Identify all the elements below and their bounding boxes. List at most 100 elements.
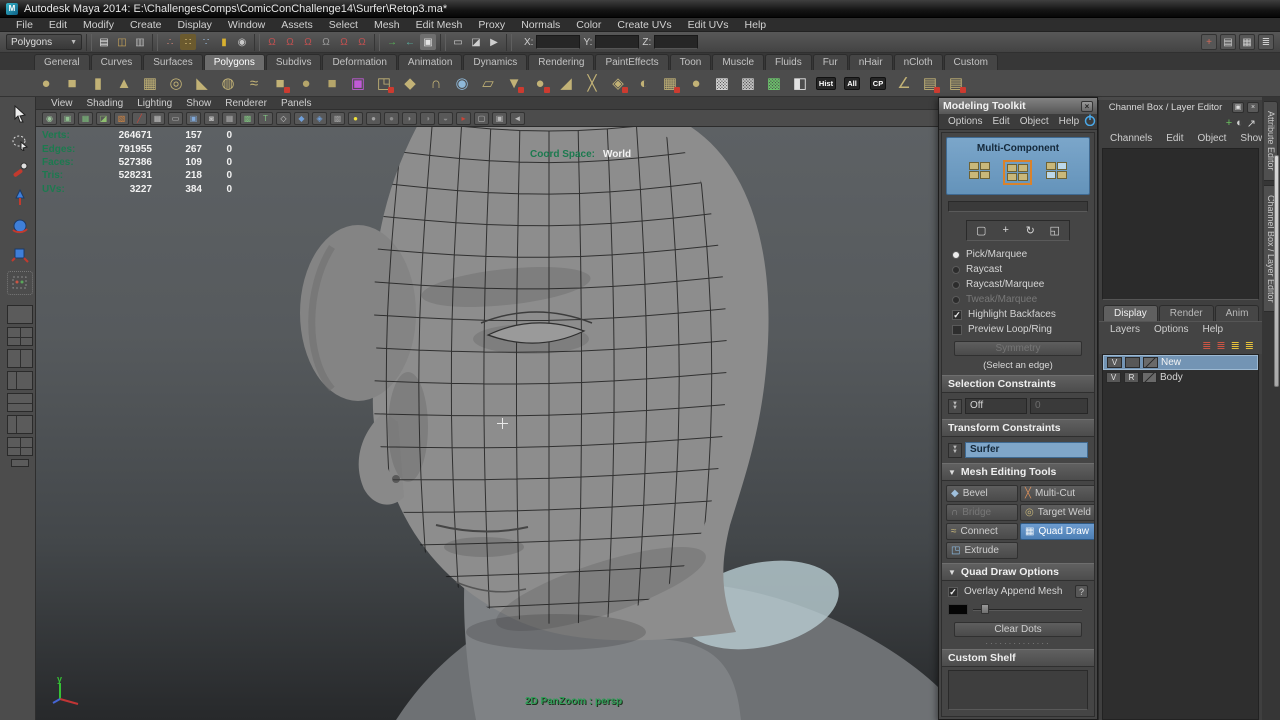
show-manipulator-icon[interactable]: +: [1201, 34, 1217, 50]
poly-cone-icon[interactable]: ▲: [112, 71, 136, 95]
checker-green-icon[interactable]: ▩: [762, 71, 786, 95]
group-separator[interactable]: [506, 34, 512, 51]
custom-shelf-area[interactable]: [948, 670, 1088, 710]
resolution-gate-icon[interactable]: ▣: [186, 112, 201, 125]
mesh-tool-button[interactable]: ╳ Multi-Cut: [1020, 485, 1095, 502]
film-gate-icon[interactable]: ▭: [168, 112, 183, 125]
select-object-icon[interactable]: ∷: [180, 34, 196, 50]
highlight-selection-icon[interactable]: ◉: [234, 34, 250, 50]
quick-render-icon[interactable]: ◪: [468, 34, 484, 50]
scrollbar[interactable]: [1274, 155, 1279, 387]
menu-item[interactable]: Edit UVs: [680, 19, 737, 31]
select-camera-icon[interactable]: ◉: [42, 112, 57, 125]
shelf-tab[interactable]: PaintEffects: [595, 54, 668, 70]
menu-item[interactable]: Proxy: [470, 19, 513, 31]
center-pivot-icon[interactable]: CP: [866, 71, 890, 95]
face-selection-icon[interactable]: [1044, 160, 1069, 185]
menu-item[interactable]: Modify: [75, 19, 122, 31]
select-hierarchy-icon[interactable]: ∴: [162, 34, 178, 50]
pick-mode-radio[interactable]: Raycast: [946, 262, 1090, 277]
toolkit-menu-item[interactable]: Object: [1015, 116, 1054, 127]
crease-icon[interactable]: ◢: [554, 71, 578, 95]
poly-cylinder-icon[interactable]: ▮: [86, 71, 110, 95]
poly-pipe-icon[interactable]: ◍: [216, 71, 240, 95]
layout-persp-graph-button[interactable]: [7, 415, 33, 434]
uv-editor-icon[interactable]: ▣: [346, 71, 370, 95]
shelf-tab[interactable]: Polygons: [204, 54, 265, 70]
lasso-select-tool-icon[interactable]: [7, 129, 33, 155]
hyperbolic-icon[interactable]: ↗: [1247, 117, 1256, 130]
smooth-icon[interactable]: ●: [528, 71, 552, 95]
channel-menu-item[interactable]: Object: [1191, 133, 1234, 144]
mesh-tool-button[interactable]: ▦ Quad Draw: [1020, 523, 1095, 540]
mesh-tool-button[interactable]: ◆ Bevel: [946, 485, 1018, 502]
menu-item[interactable]: Color: [568, 19, 609, 31]
lock-selection-icon[interactable]: ▮: [216, 34, 232, 50]
panel-menu-item[interactable]: Panels: [274, 98, 319, 109]
safe-action-icon[interactable]: ▩: [240, 112, 255, 125]
shelf-tab[interactable]: Fluids: [765, 54, 812, 70]
grease-pencil-icon[interactable]: ╱: [132, 112, 147, 125]
wireframe-icon[interactable]: ◇: [276, 112, 291, 125]
toolkit-checkbox[interactable]: Preview Loop/Ring: [946, 322, 1090, 337]
group-separator[interactable]: [440, 34, 446, 51]
output-connections-icon[interactable]: ←: [402, 34, 418, 50]
shelf-tab[interactable]: Animation: [398, 54, 462, 70]
overlay-opacity-slider[interactable]: [973, 603, 1088, 615]
shelf-tab[interactable]: nCloth: [894, 54, 943, 70]
sculpt-icon[interactable]: ●: [684, 71, 708, 95]
close-icon[interactable]: ×: [1081, 101, 1093, 112]
xray-joints-icon[interactable]: ▣: [492, 112, 507, 125]
poly-sphere-proj-icon[interactable]: ●: [294, 71, 318, 95]
wireframe-on-shaded-icon[interactable]: ◈: [312, 112, 327, 125]
select-tool-icon[interactable]: [7, 101, 33, 127]
channel-list-area[interactable]: [1102, 148, 1259, 300]
bridge-icon[interactable]: ∩: [424, 71, 448, 95]
constraint-dropdown-icon[interactable]: ▼▼: [948, 399, 962, 414]
power-toggle-icon[interactable]: [1084, 114, 1096, 129]
close-icon[interactable]: ×: [1247, 102, 1259, 113]
channel-menu-item[interactable]: Channels: [1103, 133, 1159, 144]
layer-row[interactable]: V New: [1103, 355, 1258, 370]
layer-row[interactable]: V R Body: [1103, 370, 1258, 385]
delete-all-history-icon[interactable]: All: [840, 71, 864, 95]
checker-b-icon[interactable]: ▩: [736, 71, 760, 95]
shelf-tab[interactable]: General: [34, 54, 90, 70]
layout-single-pane-button[interactable]: [7, 305, 33, 324]
overlay-append-checkbox[interactable]: ✓: [948, 587, 958, 597]
merge-verts-icon[interactable]: ◈: [606, 71, 630, 95]
help-button[interactable]: ?: [1075, 585, 1088, 598]
input-connections-icon[interactable]: →: [384, 34, 400, 50]
toolkit-checkbox[interactable]: ✓Highlight Backfaces: [946, 307, 1090, 322]
symmetry-button[interactable]: Symmetry: [954, 341, 1082, 356]
shelf-tab[interactable]: Curves: [91, 54, 143, 70]
menu-item[interactable]: Create UVs: [609, 19, 679, 31]
layer-render-toggle[interactable]: [1125, 357, 1140, 368]
speed-toggle-icon[interactable]: ◐: [1236, 117, 1243, 129]
pick-mode-radio[interactable]: Tweak/Marquee: [946, 292, 1090, 307]
camera-attributes-icon[interactable]: ▣: [60, 112, 75, 125]
panel-menu-item[interactable]: Show: [179, 98, 218, 109]
menu-item[interactable]: Mesh: [366, 19, 408, 31]
component-field[interactable]: [948, 201, 1088, 212]
poly-helix-icon[interactable]: ≈: [242, 71, 266, 95]
z-coordinate-input[interactable]: [654, 35, 698, 49]
menu-set-selector[interactable]: Polygons▼: [6, 34, 82, 50]
snap-projected-icon[interactable]: Ω: [318, 34, 334, 50]
panel-menu-item[interactable]: View: [44, 98, 80, 109]
move-tool-icon[interactable]: [7, 185, 33, 211]
default-light-icon[interactable]: ●: [366, 112, 381, 125]
lights-icon[interactable]: ●: [348, 112, 363, 125]
custom-shelf-header[interactable]: Custom Shelf: [942, 649, 1094, 667]
delete-history-icon[interactable]: Hist: [814, 71, 838, 95]
extrude-icon[interactable]: ◳: [372, 71, 396, 95]
menu-item[interactable]: Display: [169, 19, 219, 31]
new-scene-icon[interactable]: ▤: [96, 34, 112, 50]
menu-item[interactable]: Assets: [273, 19, 321, 31]
move-layer-down-icon[interactable]: ≣: [1216, 339, 1225, 352]
bevel-icon[interactable]: ◆: [398, 71, 422, 95]
viewport-canvas[interactable]: Verts: 264671 157 0 Edges: 791955 267 0 …: [36, 127, 938, 720]
ipr-render-icon[interactable]: ▶: [486, 34, 502, 50]
grid-toggle-icon[interactable]: ▦: [1239, 34, 1255, 50]
menu-item[interactable]: File: [8, 19, 41, 31]
